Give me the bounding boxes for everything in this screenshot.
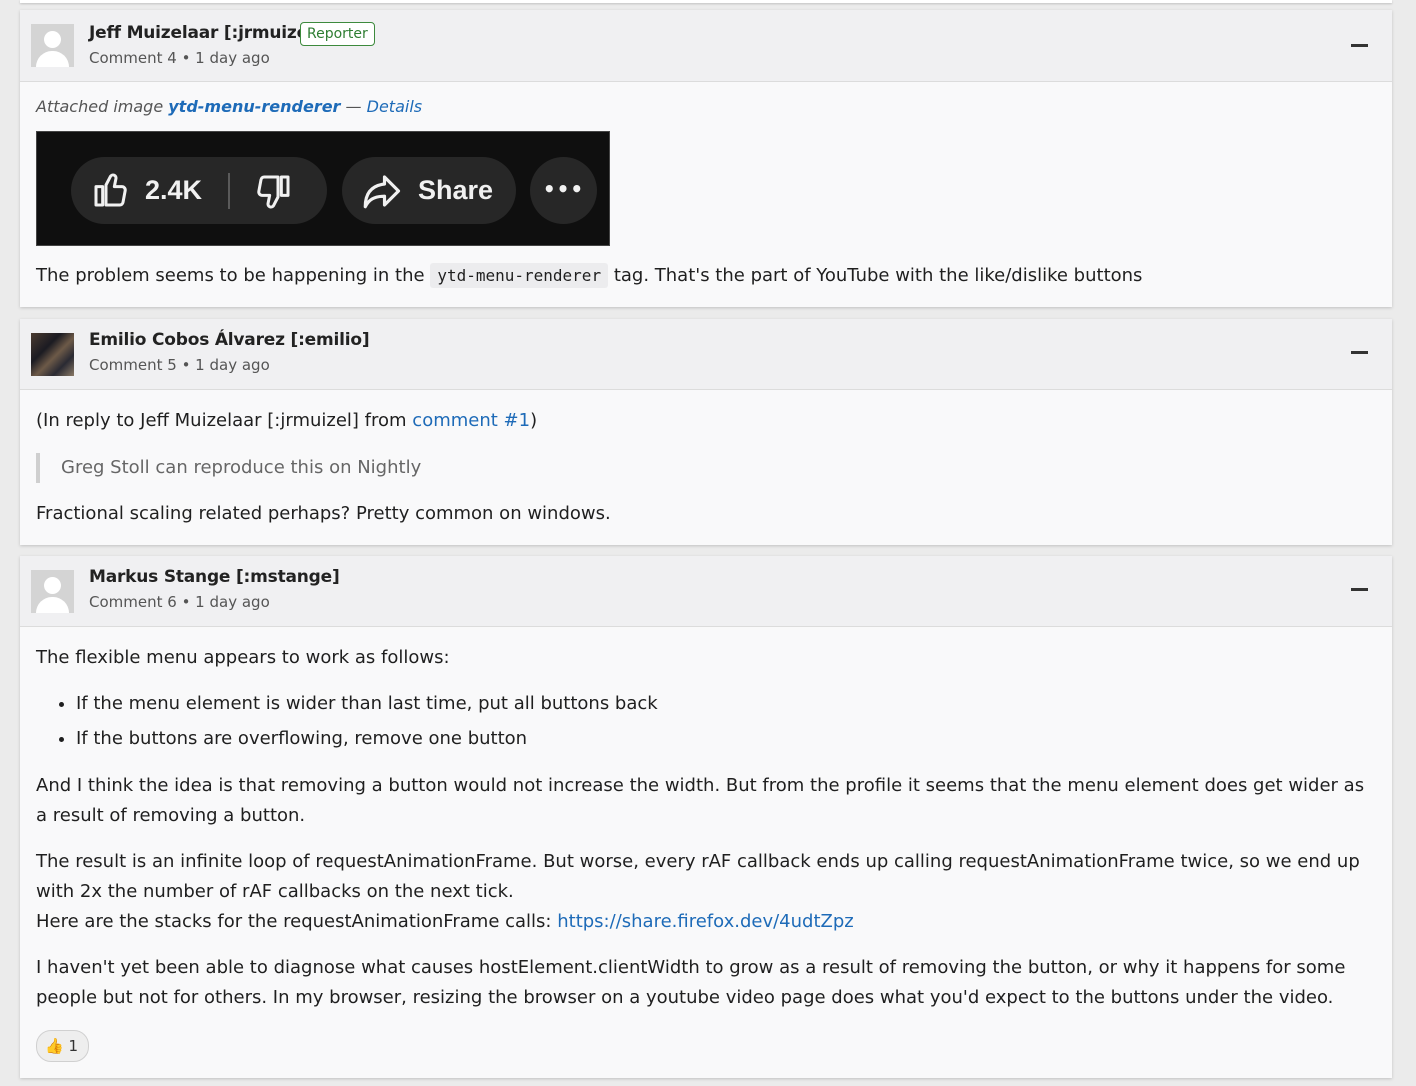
comment-author[interactable]: Jeff Muizelaar [:jrmuizel] <box>89 23 321 43</box>
thumbs-up-icon <box>94 173 127 207</box>
comment-meta[interactable]: Comment 6 • 1 day ago <box>89 593 270 611</box>
comment-text: Fractional scaling related perhaps? Pret… <box>36 503 611 524</box>
comment-body: Attached image ytd-menu-renderer — Detai… <box>20 82 1392 307</box>
like-count: 2.4K <box>145 175 203 205</box>
comment-meta[interactable]: Comment 4 • 1 day ago <box>89 49 270 67</box>
inline-code: ytd-menu-renderer <box>430 263 609 288</box>
reply-line: (In reply to Jeff Muizelaar [:jrmuizel] … <box>36 406 537 436</box>
comment-text: The problem seems to be happening in the… <box>36 261 1142 291</box>
comment-6: Markus Stange [:mstange] Comment 6 • 1 d… <box>20 556 1392 1078</box>
comment-body: (In reply to Jeff Muizelaar [:jrmuizel] … <box>20 390 1392 545</box>
reaction-button[interactable]: 👍 1 <box>36 1030 90 1062</box>
reporter-badge: Reporter <box>300 22 375 46</box>
previous-comment-edge <box>20 0 1392 3</box>
share-label: Share <box>418 175 494 205</box>
share-arrow-icon <box>363 175 401 209</box>
paragraph-3: The result is an infinite loop of reques… <box>36 851 1360 902</box>
bullet-list: If the menu element is wider than last t… <box>36 689 658 754</box>
list-item: If the buttons are overflowing, remove o… <box>76 724 658 754</box>
avatar[interactable] <box>31 570 74 613</box>
thumbs-up-emoji-icon: 👍 <box>45 1037 64 1055</box>
collapse-icon[interactable] <box>1351 44 1368 47</box>
comment-author[interactable]: Emilio Cobos Álvarez [:emilio] <box>89 330 370 350</box>
text-after-code: tag. That's the part of YouTube with the… <box>613 265 1143 286</box>
attachment-details-link[interactable]: Details <box>367 97 422 116</box>
paragraph-5: I haven't yet been able to diagnose what… <box>36 957 1346 1008</box>
comment-body: The flexible menu appears to work as fol… <box>20 627 1392 1078</box>
blockquote: Greg Stoll can reproduce this on Nightly <box>36 453 421 483</box>
collapse-icon[interactable] <box>1351 588 1368 591</box>
profile-link[interactable]: https://share.firefox.dev/4udtZpz <box>557 911 854 932</box>
avatar[interactable] <box>31 24 74 67</box>
attachment-prefix: Attached image <box>36 97 164 116</box>
share-pill: Share <box>342 157 516 224</box>
more-actions-pill: ••• <box>530 157 597 224</box>
thumbs-down-icon <box>257 175 290 209</box>
attached-image[interactable]: 2.4K Share ••• <box>36 131 610 246</box>
avatar[interactable] <box>31 333 74 376</box>
comment-header: Jeff Muizelaar [:jrmuizel] Reporter Comm… <box>20 10 1392 82</box>
comment-5: Emilio Cobos Álvarez [:emilio] Comment 5… <box>20 319 1392 545</box>
comment-header: Markus Stange [:mstange] Comment 6 • 1 d… <box>20 556 1392 627</box>
like-dislike-pill: 2.4K <box>71 157 327 224</box>
attachment-caption: Attached image ytd-menu-renderer — Detai… <box>36 94 422 120</box>
stacks-text: Here are the stacks for the requestAnima… <box>36 911 552 932</box>
attachment-name-link[interactable]: ytd-menu-renderer <box>168 97 340 116</box>
more-icon: ••• <box>542 177 585 201</box>
paragraph-1: The flexible menu appears to work as fol… <box>36 647 450 668</box>
text-before-code: The problem seems to be happening in the <box>36 265 425 286</box>
collapse-icon[interactable] <box>1351 351 1368 354</box>
attachment-separator: — <box>345 97 362 116</box>
paragraph-2: And I think the idea is that removing a … <box>36 775 1365 826</box>
comment-author[interactable]: Markus Stange [:mstange] <box>89 567 340 587</box>
comment-4: Jeff Muizelaar [:jrmuizel] Reporter Comm… <box>20 10 1392 307</box>
comment-meta[interactable]: Comment 5 • 1 day ago <box>89 356 270 374</box>
reaction-count: 1 <box>68 1037 79 1055</box>
pill-divider <box>228 173 230 209</box>
list-item: If the menu element is wider than last t… <box>76 689 658 719</box>
reply-suffix: ) <box>530 410 538 431</box>
paragraph-4: Here are the stacks for the requestAnima… <box>36 907 854 937</box>
reply-prefix: (In reply to Jeff Muizelaar [:jrmuizel] … <box>36 410 407 431</box>
comment-1-link[interactable]: comment #1 <box>412 410 530 431</box>
comment-header: Emilio Cobos Álvarez [:emilio] Comment 5… <box>20 319 1392 390</box>
